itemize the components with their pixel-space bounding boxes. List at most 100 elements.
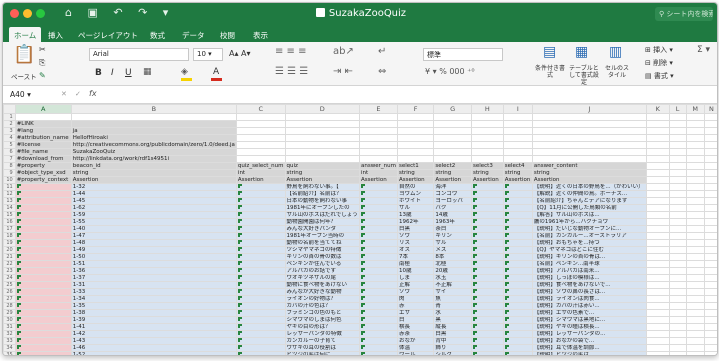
cell-empty[interactable] xyxy=(668,197,687,205)
cell-empty[interactable] xyxy=(396,134,435,142)
cell-answer-num[interactable] xyxy=(359,330,398,338)
cell-b[interactable]: http://linkdata.org/work/rdf1s4951i xyxy=(70,155,237,163)
cell-beacon-id[interactable]: 1-34 xyxy=(70,295,237,303)
cell-empty[interactable] xyxy=(471,148,504,156)
table-format-label[interactable]: テーブルとして書式設定 xyxy=(567,65,601,86)
row-header[interactable]: 12 xyxy=(3,190,16,198)
cell-empty[interactable] xyxy=(668,169,687,177)
cell-a[interactable] xyxy=(14,281,72,289)
currency-icon[interactable]: ¥ ▾ % 000 ⁺⁰ xyxy=(425,67,475,76)
cell-select4[interactable] xyxy=(502,232,533,240)
cell-quiz[interactable]: ヒツジの毛は何に xyxy=(284,351,360,355)
cell-empty[interactable] xyxy=(502,113,533,121)
cell-quiz-select-num[interactable] xyxy=(235,218,286,226)
tab-insert[interactable]: 挿入 xyxy=(43,27,68,42)
cell-beacon-id[interactable]: 1-46 xyxy=(70,344,237,352)
cell-empty[interactable] xyxy=(668,281,687,289)
cell-select1[interactable]: リス xyxy=(396,239,435,247)
cell-select4[interactable] xyxy=(502,302,533,310)
cell-empty[interactable] xyxy=(284,134,360,142)
cell-empty[interactable] xyxy=(703,211,717,219)
cell-quiz[interactable]: レッサーパンダの特徴 xyxy=(284,330,360,338)
row-header[interactable]: 31 xyxy=(3,323,16,331)
cell-select4[interactable] xyxy=(502,253,533,261)
cell-select1[interactable]: しま xyxy=(396,274,435,282)
cell-a[interactable] xyxy=(14,225,72,233)
cell-empty[interactable] xyxy=(645,295,670,303)
cell-empty[interactable] xyxy=(703,260,717,268)
cell-beacon-id[interactable]: 1-40 xyxy=(70,225,237,233)
cell-select2[interactable]: キリン xyxy=(433,232,472,240)
cell-select4[interactable] xyxy=(502,281,533,289)
header-cell[interactable]: Assertion xyxy=(284,176,360,184)
cell-b[interactable]: SuzakaZooQuiz xyxy=(70,148,237,156)
cell-select1[interactable]: 1962年 xyxy=(396,218,435,226)
cell-select3[interactable] xyxy=(471,274,504,282)
header-cell[interactable]: string xyxy=(284,169,360,177)
cell-select1[interactable]: 白黒 xyxy=(396,225,435,233)
cell-beacon-id[interactable]: 1-50 xyxy=(70,253,237,261)
cell-select4[interactable] xyxy=(502,274,533,282)
cell-empty[interactable] xyxy=(396,113,435,121)
cell-quiz[interactable]: 【名前紹介】名前は？ xyxy=(284,190,360,198)
cell-empty[interactable] xyxy=(396,141,435,149)
cell-beacon-id[interactable]: 1-49 xyxy=(70,246,237,254)
cell-answer-num[interactable] xyxy=(359,337,398,345)
cell-select3[interactable] xyxy=(471,295,504,303)
column-header-a[interactable]: A xyxy=(14,104,72,114)
cell-select3[interactable] xyxy=(471,288,504,296)
cell-empty[interactable] xyxy=(703,330,717,338)
column-header-k[interactable]: K xyxy=(645,104,670,114)
cell-empty[interactable] xyxy=(685,253,705,261)
column-header-f[interactable]: F xyxy=(396,104,435,114)
cell-empty[interactable] xyxy=(502,120,533,128)
cell-empty[interactable] xyxy=(235,148,286,156)
cell-a[interactable]: #file_name xyxy=(14,148,72,156)
cell-select3[interactable] xyxy=(471,204,504,212)
cell-empty[interactable] xyxy=(668,183,687,191)
cell-a[interactable]: #license xyxy=(14,141,72,149)
cell-select2[interactable]: 背中 xyxy=(433,337,472,345)
header-cell[interactable]: #object_type_xsd xyxy=(14,169,72,177)
cell-answer-content[interactable]: 【Q】ヤマネコはどこに住む xyxy=(531,246,647,254)
sum-icon[interactable]: Σ ▾ xyxy=(697,45,710,55)
cell-quiz[interactable]: 日本の動物を飼わない事 xyxy=(284,197,360,205)
cell-quiz-select-num[interactable] xyxy=(235,232,286,240)
cell-answer-num[interactable] xyxy=(359,246,398,254)
cell-select2[interactable]: 8本 xyxy=(433,253,472,261)
cell-empty[interactable] xyxy=(668,253,687,261)
cell-answer-content[interactable]: 【説明】シマウマは黒地に... xyxy=(531,316,647,324)
cell-select1[interactable]: 肉 xyxy=(396,295,435,303)
cell-empty[interactable] xyxy=(668,120,687,128)
row-header[interactable]: 20 xyxy=(3,246,16,254)
cell-b[interactable] xyxy=(70,120,237,128)
cell-empty[interactable] xyxy=(645,162,670,170)
cell-empty[interactable] xyxy=(703,120,717,128)
cell-select2[interactable]: 飾り xyxy=(433,344,472,352)
cell-empty[interactable] xyxy=(471,155,504,163)
cell-empty[interactable] xyxy=(284,113,360,121)
cell-empty[interactable] xyxy=(531,155,647,163)
cell-select3[interactable] xyxy=(471,260,504,268)
cell-beacon-id[interactable]: 1-51 xyxy=(70,260,237,268)
cell-select1[interactable]: 13歳 xyxy=(396,211,435,219)
row-header[interactable]: 7 xyxy=(3,155,16,163)
row-header[interactable]: 19 xyxy=(3,239,16,247)
cell-empty[interactable] xyxy=(703,197,717,205)
cell-a[interactable] xyxy=(14,323,72,331)
cell-empty[interactable] xyxy=(703,232,717,240)
cell-select3[interactable] xyxy=(471,281,504,289)
row-header[interactable]: 30 xyxy=(3,316,16,324)
cell-select3[interactable] xyxy=(471,183,504,191)
cell-empty[interactable] xyxy=(471,120,504,128)
cell-empty[interactable] xyxy=(645,344,670,352)
cell-quiz[interactable]: シマウマのしまは何色 xyxy=(284,316,360,324)
cell-beacon-id[interactable]: 1-38 xyxy=(70,309,237,317)
cell-empty[interactable] xyxy=(645,127,670,135)
cell-quiz[interactable]: ウサギの耳の役割は xyxy=(284,344,360,352)
cell-empty[interactable] xyxy=(685,183,705,191)
cell-select4[interactable] xyxy=(502,211,533,219)
cell-empty[interactable] xyxy=(645,267,670,275)
cell-empty[interactable] xyxy=(685,302,705,310)
cell-answer-num[interactable] xyxy=(359,295,398,303)
